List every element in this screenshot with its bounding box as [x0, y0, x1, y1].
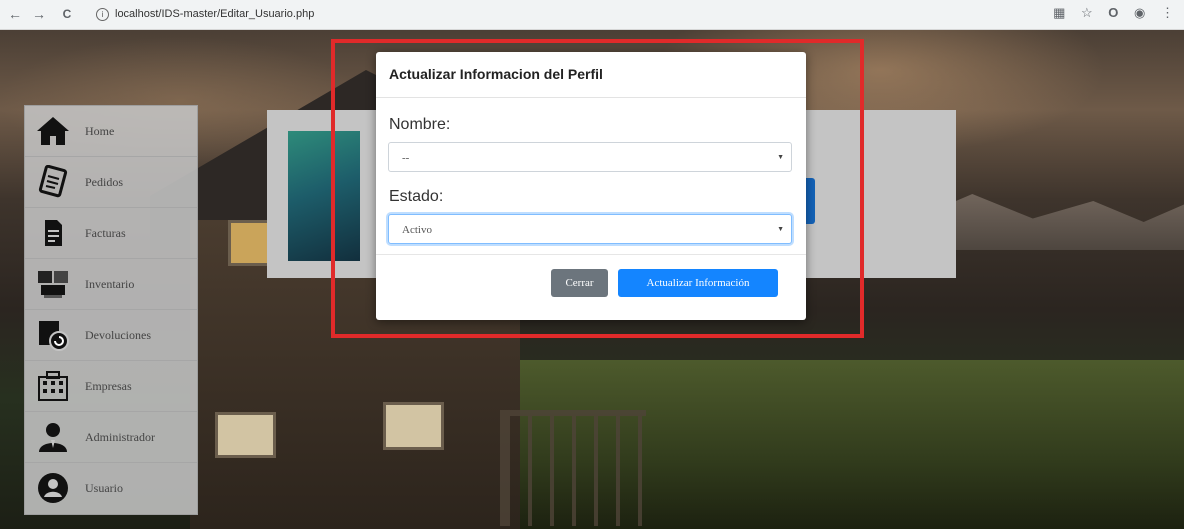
- estado-label: Estado:: [389, 188, 444, 205]
- estado-select-value: Activo: [402, 224, 432, 236]
- star-icon[interactable]: ☆: [1081, 5, 1093, 21]
- fence: [500, 410, 646, 526]
- sidebar-item-label: Facturas: [85, 226, 126, 240]
- back-icon[interactable]: ←: [6, 5, 24, 23]
- sidebar-item-administrador[interactable]: Administrador: [25, 412, 197, 463]
- sidebar-item-pedidos[interactable]: Pedidos: [25, 157, 197, 208]
- sidebar-item-label: Administrador: [85, 430, 155, 444]
- sidebar-item-empresas[interactable]: Empresas: [25, 361, 197, 412]
- invoice-icon: [45, 220, 62, 246]
- sidebar-item-label: Empresas: [85, 379, 132, 393]
- sidebar-item-inventario[interactable]: Inventario: [25, 259, 197, 310]
- estado-select[interactable]: Activo ▼: [388, 214, 792, 244]
- address-bar[interactable]: i localhost/IDS-master/Editar_Usuario.php: [96, 4, 314, 24]
- forward-icon[interactable]: →: [30, 5, 48, 23]
- edit-profile-modal: Actualizar Informacion del Perfil Nombre…: [376, 52, 806, 320]
- sidebar-item-usuario[interactable]: Usuario: [25, 463, 197, 514]
- translate-icon[interactable]: ▦: [1053, 5, 1065, 21]
- sidebar-item-label: Inventario: [85, 277, 135, 291]
- reload-icon[interactable]: C: [58, 5, 76, 23]
- sidebar-item-facturas[interactable]: Facturas: [25, 208, 197, 259]
- house-window: [383, 402, 444, 450]
- sidebar-item-label: Home: [85, 124, 115, 138]
- building-icon: [38, 371, 68, 401]
- inventory-icon: [38, 271, 68, 298]
- return-icon: [39, 321, 69, 351]
- admin-icon: [39, 423, 67, 452]
- nombre-select[interactable]: -- ▼: [388, 142, 792, 172]
- url-text: localhost/IDS-master/Editar_Usuario.php: [115, 8, 315, 20]
- info-icon[interactable]: i: [96, 7, 109, 21]
- modal-title: Actualizar Informacion del Perfil: [389, 66, 603, 82]
- nombre-label: Nombre:: [389, 116, 451, 133]
- modal-footer-divider: [376, 254, 806, 255]
- opera-icon[interactable]: O: [1108, 5, 1118, 20]
- sidebar: Home Pedidos Facturas Inventario Devoluc…: [24, 105, 198, 515]
- menu-icon[interactable]: ⋮: [1161, 5, 1174, 21]
- user-icon: [38, 473, 68, 503]
- nombre-select-value: --: [402, 152, 410, 164]
- browser-actions: ▦ ☆ O ◉ ⋮: [1041, 5, 1174, 21]
- sidebar-item-devoluciones[interactable]: Devoluciones: [25, 310, 197, 361]
- modal-header: Actualizar Informacion del Perfil: [376, 52, 806, 98]
- order-icon: [38, 165, 68, 198]
- sidebar-item-label: Devoluciones: [85, 328, 151, 342]
- chevron-down-icon: ▼: [777, 226, 784, 233]
- account-icon[interactable]: ◉: [1134, 5, 1145, 21]
- chevron-down-icon: ▼: [777, 154, 784, 161]
- browser-toolbar: ← → C i localhost/IDS-master/Editar_Usuar…: [0, 0, 1184, 30]
- update-info-button[interactable]: Actualizar Información: [618, 269, 778, 297]
- sidebar-item-label: Usuario: [85, 481, 123, 495]
- sidebar-item-home[interactable]: Home: [25, 106, 197, 157]
- sidebar-item-label: Pedidos: [85, 175, 124, 189]
- house-window: [215, 412, 276, 458]
- house-icon: [37, 117, 69, 145]
- close-button[interactable]: Cerrar: [551, 269, 608, 297]
